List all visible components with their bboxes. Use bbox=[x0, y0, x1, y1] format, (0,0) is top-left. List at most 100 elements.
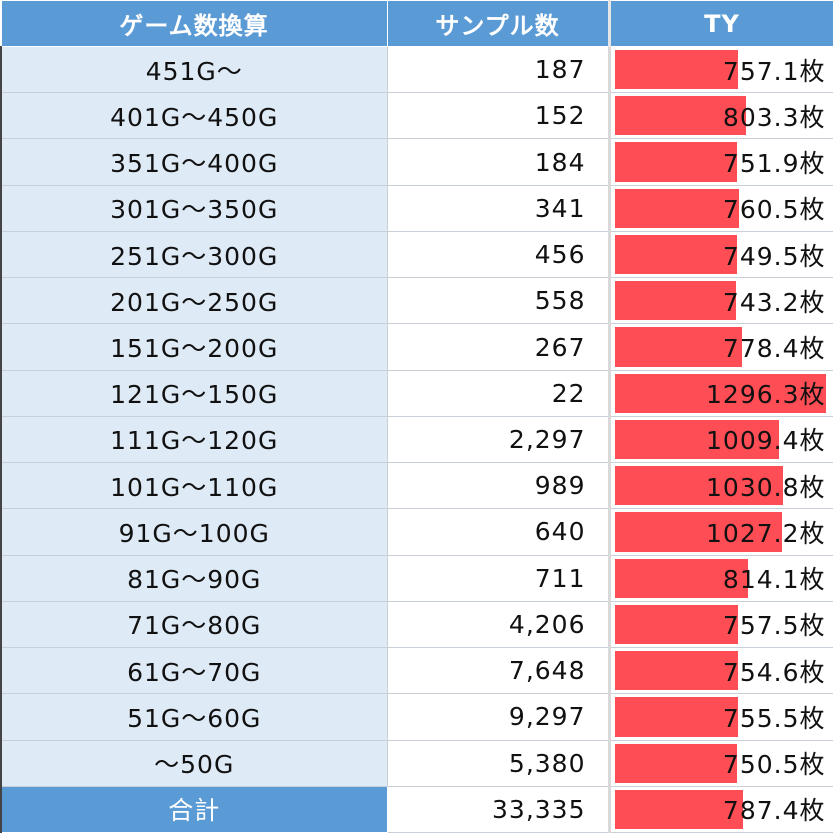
game-range-cell: 121G〜150G bbox=[0, 369, 388, 417]
ty-cell: 1030.8枚 bbox=[607, 462, 833, 510]
ty-value: 803.3枚 bbox=[722, 102, 826, 132]
ty-value: 755.5枚 bbox=[722, 703, 826, 733]
game-range-cell: 71G〜80G bbox=[0, 600, 388, 649]
table-row: 301G〜350G 341 760.5枚 bbox=[0, 184, 833, 232]
table-row: 351G〜400G 184 751.9枚 bbox=[0, 138, 833, 186]
table-row: 91G〜100G 640 1027.2枚 bbox=[0, 508, 833, 556]
table-row: 〜50G 5,380 750.5枚 bbox=[0, 739, 833, 787]
ty-value: 750.5枚 bbox=[722, 750, 826, 780]
ty-value: 757.5枚 bbox=[722, 611, 826, 641]
sample-count-cell: 187 bbox=[386, 45, 610, 94]
sample-count-cell: 267 bbox=[386, 323, 610, 371]
ty-bar bbox=[614, 50, 738, 90]
sample-count-cell: 2,297 bbox=[386, 415, 610, 464]
header-ty: TY bbox=[607, 0, 833, 47]
game-range-cell: 451G〜 bbox=[0, 45, 388, 94]
table-row: 81G〜90G 711 814.1枚 bbox=[0, 554, 833, 602]
table-row: 151G〜200G 267 778.4枚 bbox=[0, 323, 833, 371]
game-range-cell: 111G〜120G bbox=[0, 415, 388, 464]
ty-cell: 749.5枚 bbox=[607, 230, 833, 279]
sample-count-cell: 22 bbox=[386, 369, 610, 417]
header-game-count: ゲーム数換算 bbox=[0, 0, 388, 47]
ty-bar bbox=[614, 142, 737, 182]
ty-cell: 1296.3枚 bbox=[607, 369, 833, 417]
table-row: 251G〜300G 456 749.5枚 bbox=[0, 230, 833, 279]
table-body: 451G〜 187 757.1枚 401G〜450G 152 803.3枚 351G〜400… bbox=[0, 45, 833, 833]
ty-value: 778.4枚 bbox=[722, 334, 826, 364]
ty-value: 787.4枚 bbox=[722, 796, 826, 826]
sample-count-cell: 558 bbox=[386, 277, 610, 325]
game-range-cell: 91G〜100G bbox=[0, 508, 388, 556]
ty-value: 749.5枚 bbox=[722, 241, 826, 271]
table-row: 451G〜 187 757.1枚 bbox=[0, 45, 833, 94]
game-range-cell: 61G〜70G bbox=[0, 647, 388, 695]
sample-count-cell: 152 bbox=[386, 92, 610, 140]
ty-bar bbox=[614, 281, 736, 321]
ty-value: 757.1枚 bbox=[722, 56, 826, 86]
sample-count-cell: 640 bbox=[386, 508, 610, 556]
game-range-cell: 〜50G bbox=[0, 739, 388, 787]
game-range-cell: 201G〜250G bbox=[0, 277, 388, 325]
ty-value: 760.5枚 bbox=[722, 195, 826, 225]
game-range-cell: 81G〜90G bbox=[0, 554, 388, 602]
table-row: 401G〜450G 152 803.3枚 bbox=[0, 92, 833, 140]
sample-count-cell: 989 bbox=[386, 462, 610, 510]
table-row: 101G〜110G 989 1030.8枚 bbox=[0, 462, 833, 510]
game-range-cell: 101G〜110G bbox=[0, 462, 388, 510]
ty-cell: 803.3枚 bbox=[607, 92, 833, 140]
game-range-cell: 351G〜400G bbox=[0, 138, 388, 186]
ty-value: 1296.3枚 bbox=[706, 380, 826, 410]
ty-bar bbox=[614, 697, 738, 737]
game-range-cell: 251G〜300G bbox=[0, 230, 388, 279]
ty-value: 1030.8枚 bbox=[706, 472, 826, 502]
sample-count-cell: 341 bbox=[386, 184, 610, 232]
header-samples: サンプル数 bbox=[386, 0, 610, 47]
sample-count-cell: 456 bbox=[386, 230, 610, 279]
ty-cell: 814.1枚 bbox=[607, 554, 833, 602]
ty-cell: 757.5枚 bbox=[607, 600, 833, 649]
ty-table: ゲーム数換算 サンプル数 TY 451G〜 187 757.1枚 401G〜450G 1… bbox=[0, 0, 833, 833]
game-range-cell: 401G〜450G bbox=[0, 92, 388, 140]
total-samples: 33,335 bbox=[386, 785, 610, 833]
ty-cell: 751.9枚 bbox=[607, 138, 833, 186]
table-row: 121G〜150G 22 1296.3枚 bbox=[0, 369, 833, 417]
sample-count-cell: 4,206 bbox=[386, 600, 610, 649]
table-row: 71G〜80G 4,206 757.5枚 bbox=[0, 600, 833, 649]
ty-cell: 1009.4枚 bbox=[607, 415, 833, 464]
ty-bar bbox=[614, 604, 738, 645]
sample-count-cell: 9,297 bbox=[386, 693, 610, 741]
table-row: 51G〜60G 9,297 755.5枚 bbox=[0, 693, 833, 741]
table-row: 201G〜250G 558 743.2枚 bbox=[0, 277, 833, 325]
table-row: 61G〜70G 7,648 754.6枚 bbox=[0, 647, 833, 695]
ty-cell: 760.5枚 bbox=[607, 184, 833, 232]
ty-value: 1009.4枚 bbox=[706, 426, 826, 456]
table-row: 111G〜120G 2,297 1009.4枚 bbox=[0, 415, 833, 464]
ty-bar bbox=[614, 651, 738, 691]
ty-value: 751.9枚 bbox=[722, 149, 826, 179]
total-row: 合計 33,335 787.4枚 bbox=[0, 785, 833, 833]
ty-value: 754.6枚 bbox=[722, 657, 826, 687]
ty-bar bbox=[614, 188, 739, 228]
ty-bar bbox=[614, 234, 737, 275]
ty-cell: 1027.2枚 bbox=[607, 508, 833, 556]
ty-value: 814.1枚 bbox=[722, 565, 826, 595]
sample-count-cell: 5,380 bbox=[386, 739, 610, 787]
header-row: ゲーム数換算 サンプル数 TY bbox=[0, 0, 833, 47]
total-label: 合計 bbox=[0, 785, 388, 833]
sample-count-cell: 184 bbox=[386, 138, 610, 186]
ty-cell: 754.6枚 bbox=[607, 647, 833, 695]
ty-cell: 743.2枚 bbox=[607, 277, 833, 325]
ty-cell: 755.5枚 bbox=[607, 693, 833, 741]
ty-cell: 778.4枚 bbox=[607, 323, 833, 371]
game-range-cell: 151G〜200G bbox=[0, 323, 388, 371]
ty-value: 1027.2枚 bbox=[706, 518, 826, 548]
total-ty-cell: 787.4枚 bbox=[607, 785, 833, 833]
ty-cell: 750.5枚 bbox=[607, 739, 833, 787]
sample-count-cell: 7,648 bbox=[386, 647, 610, 695]
sample-count-cell: 711 bbox=[386, 554, 610, 602]
ty-bar bbox=[614, 743, 737, 783]
game-range-cell: 51G〜60G bbox=[0, 693, 388, 741]
ty-cell: 757.1枚 bbox=[607, 45, 833, 94]
game-range-cell: 301G〜350G bbox=[0, 184, 388, 232]
ty-value: 743.2枚 bbox=[722, 287, 826, 317]
